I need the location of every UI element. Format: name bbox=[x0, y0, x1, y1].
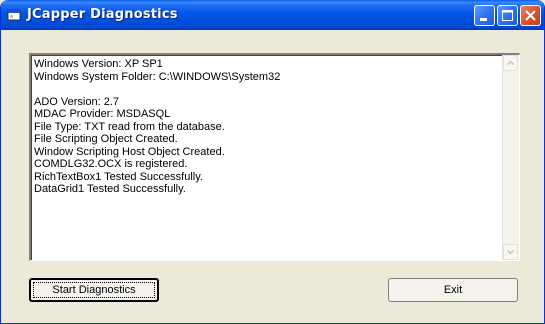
close-button[interactable] bbox=[520, 5, 541, 26]
start-diagnostics-button[interactable]: Start Diagnostics bbox=[29, 278, 159, 302]
output-line: File Type: TXT read from the database. bbox=[34, 120, 225, 133]
chevron-up-icon bbox=[506, 60, 515, 66]
vertical-scrollbar[interactable] bbox=[502, 55, 519, 260]
close-icon bbox=[525, 10, 536, 21]
exit-label: Exit bbox=[443, 284, 463, 296]
chevron-down-icon bbox=[506, 249, 515, 255]
diagnostics-window: JCapper Diagnostics Windows Version: XP … bbox=[0, 0, 545, 324]
output-line: Windows System Folder: C:\WINDOWS\System… bbox=[34, 70, 281, 83]
output-line: File Scripting Object Created. bbox=[34, 133, 178, 145]
output-line: Window Scripting Host Object Created. bbox=[34, 145, 225, 158]
minimize-button[interactable] bbox=[474, 5, 495, 26]
maximize-icon bbox=[502, 10, 513, 21]
output-line: Windows Version: XP SP1 bbox=[34, 58, 163, 70]
window-title: JCapper Diagnostics bbox=[27, 7, 178, 22]
output-line: MDAC Provider: MSDASQL bbox=[34, 108, 171, 120]
output-line: RichTextBox1 Tested Successfully. bbox=[34, 170, 203, 183]
focus-rectangle bbox=[33, 282, 155, 298]
diagnostics-output-text: Windows Version: XP SP1 Windows System F… bbox=[34, 58, 502, 258]
scroll-up-button[interactable] bbox=[503, 55, 518, 71]
output-line: COMDLG32.OCX is registered. bbox=[34, 158, 188, 170]
minimize-icon bbox=[480, 18, 487, 21]
app-window-icon bbox=[7, 9, 21, 21]
diagnostics-output-textbox[interactable]: Windows Version: XP SP1 Windows System F… bbox=[29, 53, 520, 261]
output-line: ADO Version: 2.7 bbox=[34, 95, 119, 108]
maximize-button[interactable] bbox=[497, 5, 518, 26]
scroll-down-button[interactable] bbox=[503, 244, 518, 260]
exit-button[interactable]: Exit bbox=[388, 278, 518, 302]
title-bar[interactable]: JCapper Diagnostics bbox=[1, 0, 544, 30]
output-line: DataGrid1 Tested Successfully. bbox=[34, 183, 186, 195]
window-client-area: Windows Version: XP SP1 Windows System F… bbox=[5, 30, 542, 320]
